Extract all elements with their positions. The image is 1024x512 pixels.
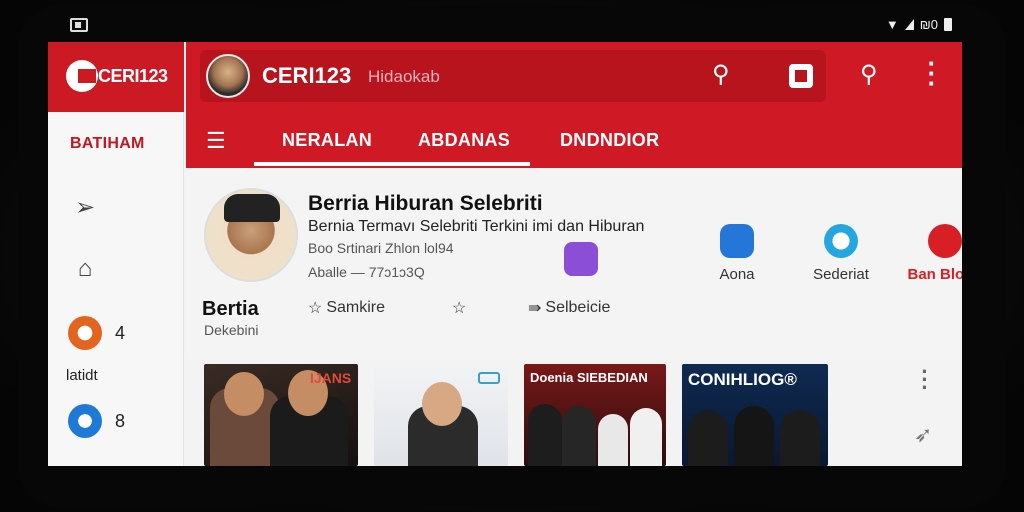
thumb-caption-3: Doenia SIEBEDIAN bbox=[530, 370, 648, 385]
star-loop-icon bbox=[824, 224, 858, 258]
person-figure-4 bbox=[528, 404, 562, 466]
profile-description: Bernia Termavı Selebriti Terkini imi dan… bbox=[308, 218, 645, 235]
more-vert-icon[interactable]: · · · bbox=[924, 50, 940, 96]
home-icon[interactable]: ⌂ bbox=[68, 252, 102, 286]
sidebar-count-2: 8 bbox=[115, 411, 126, 431]
cast-icon[interactable] bbox=[789, 64, 813, 88]
action-ban-blotat-label: Ban Blotat bbox=[907, 266, 963, 283]
wifi-icon: ▼ bbox=[885, 17, 899, 32]
document-icon bbox=[564, 242, 598, 276]
star-outline-icon-2: ☆ bbox=[452, 300, 467, 317]
samkire-label: Samkire bbox=[326, 299, 386, 316]
favorite-button[interactable]: ☆ bbox=[452, 298, 466, 318]
person-head-3 bbox=[422, 382, 462, 426]
active-tab-indicator bbox=[254, 162, 530, 166]
more-vert-icon-2[interactable]: · · · bbox=[920, 361, 930, 399]
thumb-caption-1: IJANS bbox=[310, 370, 352, 386]
channel-profile: Berria Hiburan Selebriti Bernia Termavı … bbox=[186, 168, 962, 358]
selbeicie-button[interactable]: ⇛ Selbeicie bbox=[528, 298, 610, 318]
share-arrow-icon: ⇛ bbox=[528, 300, 542, 317]
section-title: Bertia bbox=[202, 298, 259, 320]
person-head bbox=[224, 372, 264, 416]
action-sederiat[interactable]: Sederiat bbox=[786, 224, 896, 283]
app-screen: CERI123 BATIHAM ➢ ⌂ 4 latidt 8 CERI123 H… bbox=[48, 42, 962, 466]
search-icon[interactable]: ⚲ bbox=[712, 60, 730, 89]
channel-avatar[interactable] bbox=[206, 54, 250, 98]
sidebar-section-title[interactable]: BATIHAM bbox=[70, 135, 145, 153]
sidebar-label: latidt bbox=[66, 367, 98, 384]
selbeicie-label: Selbeicie bbox=[545, 299, 611, 316]
video-thumbnail-2[interactable] bbox=[374, 364, 508, 466]
search-icon-2[interactable]: ⚲ bbox=[860, 60, 878, 89]
person-figure-7 bbox=[630, 408, 662, 466]
channel-subtitle: Hidaokab bbox=[368, 67, 440, 86]
sidebar: CERI123 BATIHAM ➢ ⌂ 4 latidt 8 bbox=[48, 42, 184, 466]
brand-logo-icon bbox=[66, 60, 98, 92]
tab-neralan[interactable]: NERALAN bbox=[282, 130, 372, 151]
action-aona[interactable]: Aona bbox=[682, 224, 792, 283]
sidebar-count-1: 4 bbox=[115, 323, 126, 343]
star-outline-icon: ☆ bbox=[308, 300, 323, 317]
profile-meta-1: Boo Srtinari Zhlon lol94 bbox=[308, 240, 454, 256]
status-icons: ▼ ₪0 bbox=[886, 17, 952, 32]
channel-title: CERI123 bbox=[262, 63, 352, 88]
person-figure-10 bbox=[780, 410, 820, 466]
tab-abdanas[interactable]: ABDANAS bbox=[418, 130, 510, 151]
section-subtitle: Dekebini bbox=[204, 322, 259, 338]
person-figure-8 bbox=[688, 410, 728, 466]
person-figure-5 bbox=[562, 406, 596, 466]
share-icon[interactable]: ➶ bbox=[914, 422, 932, 448]
action-aona-label: Aona bbox=[719, 266, 755, 283]
status-bar: ▼ ₪0 bbox=[48, 14, 958, 38]
video-thumbnail-3[interactable]: Doenia SIEBEDIAN bbox=[524, 364, 666, 466]
action-ban-blotat[interactable]: Ban Blotat bbox=[890, 224, 962, 283]
brand-name: CERI123 bbox=[98, 66, 168, 86]
menu-icon[interactable]: ☰ bbox=[206, 128, 226, 154]
top-app-bar: CERI123 Hidaokab ⚲ ⚲ · · · ☰ NERALAN ABDAN… bbox=[186, 42, 962, 168]
action-document[interactable] bbox=[526, 242, 636, 276]
screenshot-icon bbox=[70, 18, 88, 32]
channel-header-bar[interactable]: CERI123 Hidaokab ⚲ bbox=[200, 50, 826, 102]
user-icon bbox=[720, 224, 754, 258]
person-figure-6 bbox=[598, 414, 628, 466]
sidebar-brand[interactable]: CERI123 bbox=[48, 42, 184, 112]
thumb-caption-4: CONIHLIOG® bbox=[688, 370, 797, 389]
badge-icon bbox=[478, 372, 500, 384]
profile-hat bbox=[224, 194, 280, 222]
orange-badge-icon[interactable] bbox=[68, 316, 102, 350]
profile-name: Berria Hiburan Selebriti bbox=[308, 192, 543, 215]
tab-dndndior[interactable]: DNDNDIOR bbox=[560, 130, 659, 151]
play-icon bbox=[928, 224, 962, 258]
send-icon[interactable]: ➢ bbox=[68, 190, 102, 224]
video-thumbnail-1[interactable]: IJANS bbox=[204, 364, 358, 466]
video-thumbnail-4[interactable]: CONIHLIOG® bbox=[682, 364, 828, 466]
person-figure-9 bbox=[734, 406, 774, 466]
tab-bar: ☰ NERALAN ABDANAS DNDNDIOR bbox=[186, 118, 962, 168]
samkire-button[interactable]: ☆ Samkire bbox=[308, 298, 385, 318]
battery-icon bbox=[944, 18, 952, 31]
status-text: ₪0 bbox=[919, 17, 938, 32]
signal-icon bbox=[904, 19, 914, 30]
action-sederiat-label: Sederiat bbox=[813, 266, 869, 283]
profile-meta-2: Aballe — 77ɔ1ɔ3Q bbox=[308, 264, 425, 280]
blue-badge-icon[interactable] bbox=[68, 404, 102, 438]
